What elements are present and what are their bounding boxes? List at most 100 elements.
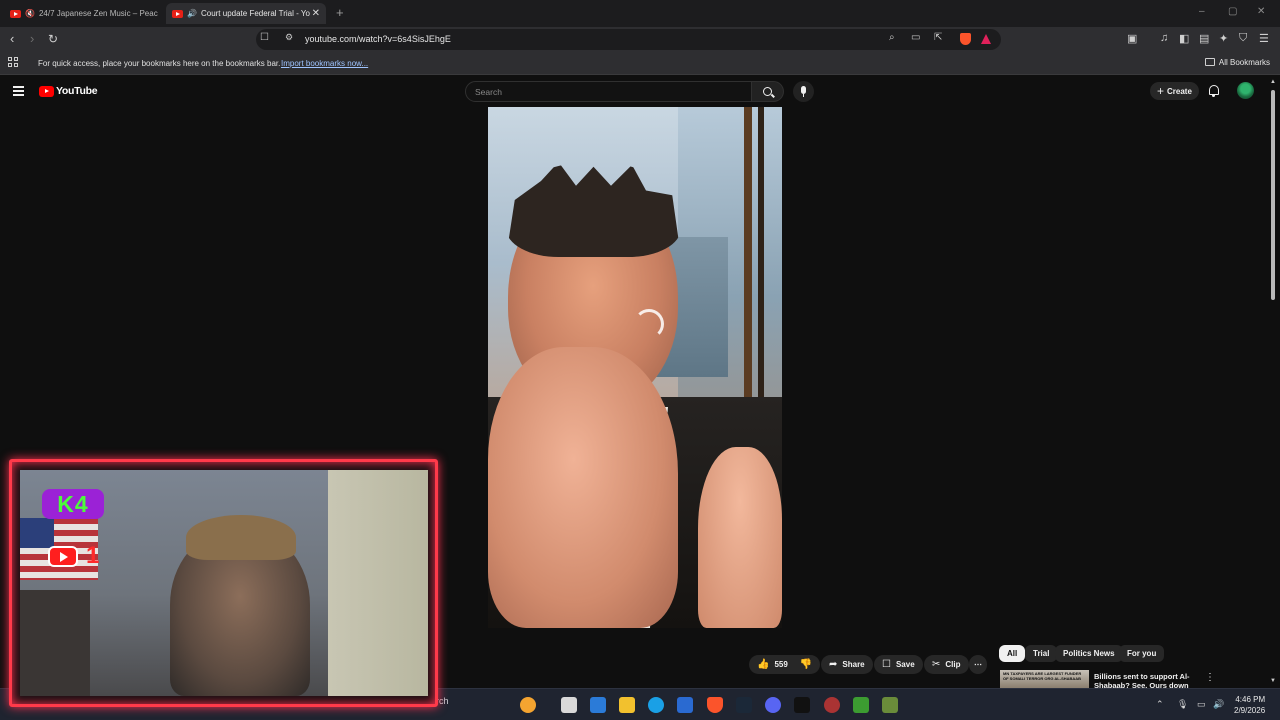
share-button[interactable]: ➦ Share — [821, 655, 873, 674]
close-window-button[interactable]: ✕ — [1257, 6, 1265, 17]
more-actions-icon: ⋯ — [974, 660, 982, 669]
scissors-icon: ✂ — [932, 659, 941, 670]
apps-grid-icon[interactable] — [8, 57, 19, 68]
steam-icon[interactable] — [736, 697, 752, 713]
brave-rewards-icon[interactable] — [981, 34, 991, 44]
brave-shields-icon[interactable] — [960, 33, 971, 45]
bookmark-page-icon[interactable]: ☐ — [260, 32, 269, 43]
new-tab-button[interactable]: + — [336, 5, 344, 20]
clip-label: Clip — [945, 660, 961, 669]
import-bookmarks-link[interactable]: Import bookmarks now... — [281, 59, 368, 68]
tab-zen-music[interactable]: 🔇 24/7 Japanese Zen Music – Peace — [4, 3, 164, 24]
discord-icon[interactable] — [765, 697, 781, 713]
like-count: 559 — [774, 660, 788, 669]
sidebar-toggle-icon[interactable]: ▣ — [1127, 32, 1137, 45]
k4-channel-logo: K4 — [42, 489, 104, 519]
minimize-window-button[interactable]: – — [1199, 6, 1205, 17]
tab-title: Court update Federal Trial - Yo — [200, 9, 310, 18]
vpn-shield-icon[interactable]: ⛉ — [1239, 32, 1247, 45]
recommended-thumbnail[interactable]: MN TAXPAYERS ARE LARGEST FUNDER OF SOMAL… — [1000, 670, 1089, 688]
avatar[interactable] — [1237, 82, 1254, 99]
create-button[interactable]: + Create — [1150, 82, 1199, 100]
plus-icon: + — [1157, 84, 1165, 98]
youtube-favicon-icon — [10, 9, 21, 18]
search-input[interactable]: Search — [465, 81, 752, 102]
save-button[interactable]: ☐ Save — [874, 655, 923, 674]
clock-time: 4:46 PM — [1235, 695, 1266, 704]
video-player[interactable] — [488, 107, 782, 628]
search-icon — [763, 87, 772, 96]
taskbar-clock[interactable]: 4:46 PM 2/9/2026 — [1234, 694, 1265, 716]
page-scrollbar[interactable]: ▲ ▼ — [1270, 79, 1276, 685]
loading-spinner-icon — [634, 309, 664, 339]
store-icon[interactable] — [677, 697, 693, 713]
chip-for-you[interactable]: For you — [1119, 645, 1165, 662]
like-button[interactable]: 👍 559 👎 — [749, 655, 821, 674]
wallet-icon[interactable]: ▤ — [1199, 32, 1209, 45]
site-info-icon[interactable]: ⚙ — [285, 32, 293, 43]
brave-browser-icon[interactable] — [707, 697, 723, 713]
split-view-icon[interactable]: ◧ — [1179, 32, 1189, 45]
scroll-down-icon[interactable]: ▼ — [1270, 678, 1276, 684]
back-icon[interactable]: ‹ — [10, 31, 14, 47]
chip-all[interactable]: All — [999, 645, 1026, 662]
minecraft-grass-icon[interactable] — [882, 697, 898, 713]
forward-icon[interactable]: › — [30, 31, 34, 47]
thumbs-up-icon: 👍 — [757, 659, 770, 670]
copilot-icon[interactable] — [590, 697, 606, 713]
network-tray-icon[interactable]: ▭ — [1197, 699, 1206, 710]
save-label: Save — [895, 660, 915, 669]
browser-toolbar: ‹ › ↻ ☐ ⚙ youtube.com/watch?v=6s4SisJEhg… — [0, 27, 1280, 52]
microphone-tray-icon[interactable]: 🎙 — [1177, 699, 1188, 710]
share-label: Share — [842, 660, 865, 669]
muted-audio-icon[interactable]: 🔇 — [25, 9, 35, 18]
show-hidden-icons[interactable]: ⌃ — [1156, 699, 1164, 710]
close-tab-icon[interactable]: ✕ — [312, 8, 320, 19]
all-bookmarks-label: All Bookmarks — [1218, 58, 1270, 67]
media-controls-icon[interactable]: ♫ — [1160, 32, 1168, 44]
tab-court-update[interactable]: 🔊 Court update Federal Trial - Yo ✕ — [166, 3, 326, 24]
streamer-webcam-overlay: K4 1 — [9, 459, 438, 707]
audio-playing-icon[interactable]: 🔊 — [187, 9, 197, 18]
all-bookmarks-button[interactable]: All Bookmarks — [1204, 58, 1270, 67]
share-arrow-icon: ➦ — [829, 659, 838, 670]
more-actions-button[interactable]: ⋯ — [969, 655, 987, 674]
youtube-logo[interactable]: YouTube — [39, 85, 98, 97]
volume-tray-icon[interactable]: 🔊 — [1213, 699, 1224, 710]
chrome-like-icon[interactable] — [824, 697, 840, 713]
guide-menu-icon[interactable] — [13, 86, 24, 96]
browser-tab-strip: 🔇 24/7 Japanese Zen Music – Peace 🔊 Cour… — [0, 0, 1280, 27]
chip-politics-news[interactable]: Politics News — [1055, 645, 1123, 662]
youtube-favicon-icon — [172, 9, 183, 18]
scrollbar-thumb[interactable] — [1271, 90, 1275, 300]
overlay-number: 1 — [86, 542, 100, 569]
clip-button[interactable]: ✂ Clip — [924, 655, 969, 674]
youtube-play-icon — [39, 85, 54, 97]
thumbs-down-icon[interactable]: 👎 — [800, 659, 812, 670]
notifications-bell-icon[interactable] — [1209, 85, 1219, 97]
edge-icon[interactable] — [648, 697, 664, 713]
pizza-app-icon[interactable] — [520, 697, 536, 713]
zoom-search-icon[interactable]: ⌕ — [889, 32, 895, 43]
clock-date: 2/9/2026 — [1234, 706, 1266, 715]
file-app-icon[interactable] — [561, 697, 577, 713]
search-button[interactable] — [752, 81, 784, 102]
obs-terminal-icon[interactable] — [794, 697, 810, 713]
chip-trial[interactable]: Trial — [1025, 645, 1058, 662]
minecraft-creeper-icon[interactable] — [853, 697, 869, 713]
share-page-icon[interactable]: ⇱ — [934, 32, 942, 43]
search-placeholder: Search — [475, 87, 502, 97]
leo-ai-icon[interactable]: ✦ — [1219, 32, 1228, 45]
file-explorer-icon[interactable] — [619, 697, 635, 713]
url-text[interactable]: youtube.com/watch?v=6s4SisJEhgE — [305, 34, 451, 44]
restore-window-button[interactable]: ▢ — [1228, 6, 1237, 17]
reload-icon[interactable]: ↻ — [48, 31, 58, 47]
recommendation-menu-icon[interactable]: ⋮ — [1205, 672, 1215, 683]
scroll-up-icon[interactable]: ▲ — [1270, 79, 1276, 85]
create-label: Create — [1167, 86, 1192, 96]
address-bar[interactable]: ☐ ⚙ youtube.com/watch?v=6s4SisJEhgE ⌕ ▭ … — [256, 29, 1001, 50]
voice-search-icon[interactable] — [793, 81, 814, 102]
recommended-video[interactable]: MN TAXPAYERS ARE LARGEST FUNDER OF SOMAL… — [1000, 670, 1268, 690]
cast-icon[interactable]: ▭ — [911, 32, 920, 43]
menu-icon[interactable]: ☰ — [1259, 32, 1269, 45]
